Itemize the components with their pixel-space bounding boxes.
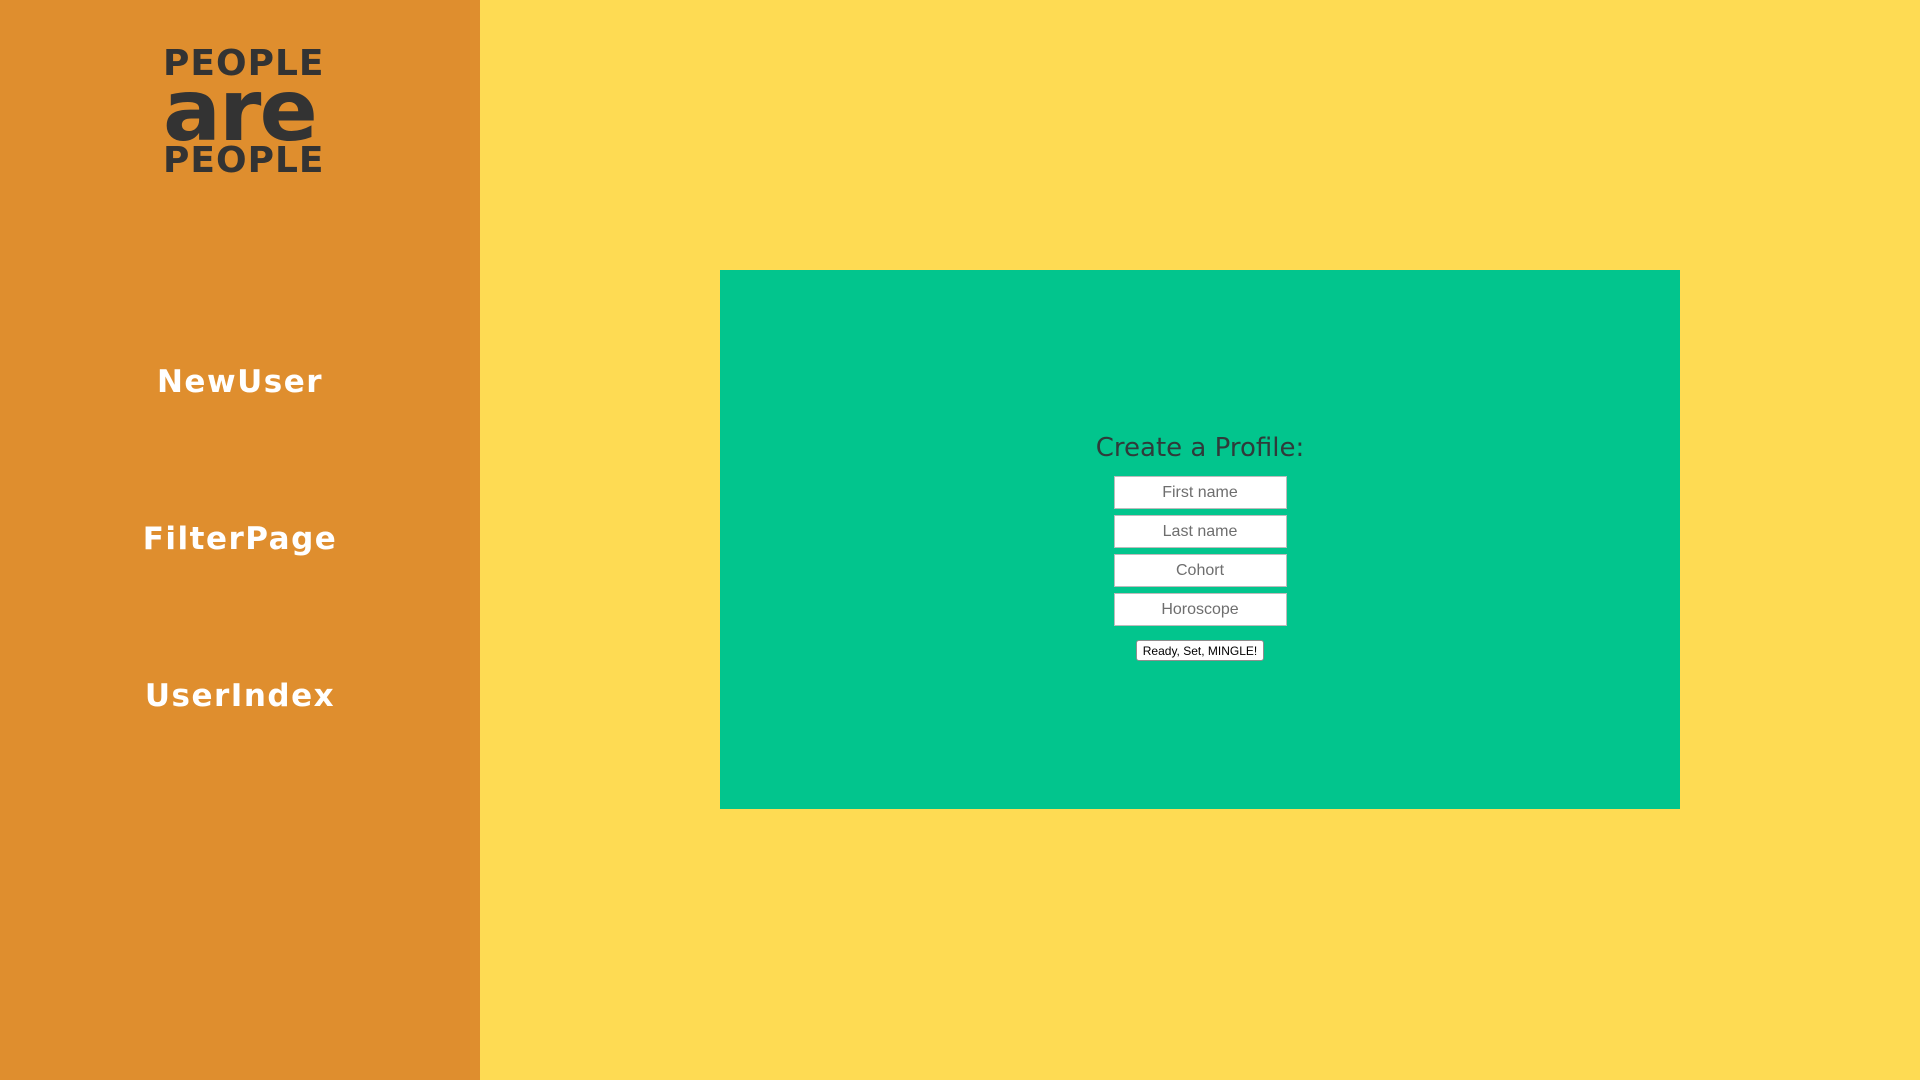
logo: PEOPLE are PEOPLE [163, 46, 325, 182]
nav-link-newuser[interactable]: NewUser [0, 364, 480, 400]
create-profile-form: Create a Profile: Ready, Set, MINGLE! [720, 428, 1680, 661]
horoscope-input[interactable] [1113, 593, 1287, 626]
app: PEOPLE are PEOPLE NewUser FilterPage Use… [0, 0, 1920, 1080]
logo-line-3: PEOPLE [163, 140, 325, 182]
first-name-input[interactable] [1113, 476, 1287, 509]
profile-card: Create a Profile: Ready, Set, MINGLE! [720, 270, 1680, 809]
submit-button[interactable]: Ready, Set, MINGLE! [1135, 640, 1265, 661]
main-content: Create a Profile: Ready, Set, MINGLE! [480, 0, 1920, 1080]
form-title: Create a Profile: [1095, 433, 1305, 463]
sidebar: PEOPLE are PEOPLE NewUser FilterPage Use… [0, 0, 480, 1080]
cohort-input[interactable] [1113, 554, 1287, 587]
nav-link-userindex[interactable]: UserIndex [0, 678, 480, 714]
logo-line-2: are [163, 61, 318, 161]
last-name-input[interactable] [1113, 515, 1287, 548]
nav-link-filterpage[interactable]: FilterPage [0, 521, 480, 557]
